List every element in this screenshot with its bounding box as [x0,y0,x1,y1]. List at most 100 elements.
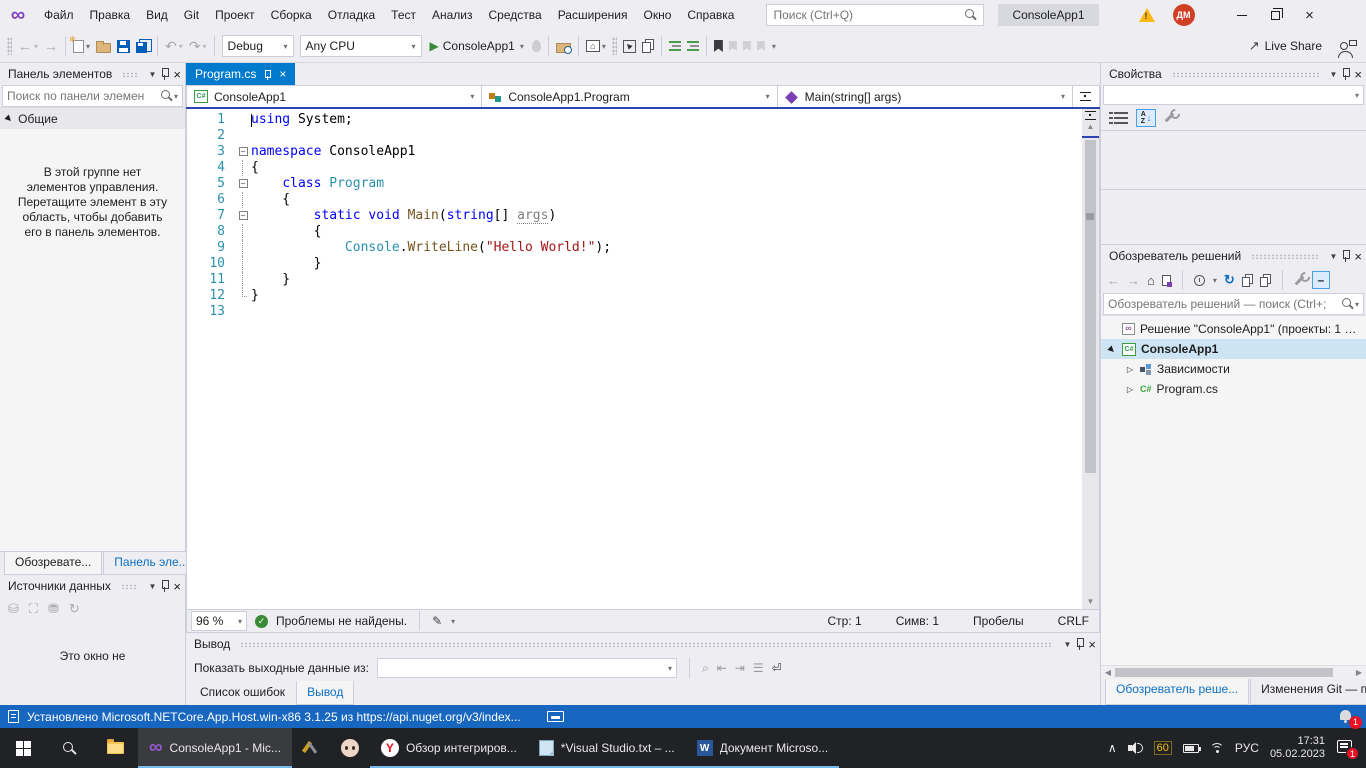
pin-icon[interactable] [1341,250,1350,263]
bottom-tab-output[interactable]: Вывод [296,681,354,705]
redo-button[interactable]: ↷▾ [186,34,210,58]
project-row[interactable]: ▶C#ConsoleApp1 [1101,339,1366,359]
code-line[interactable]: 5− class Program [187,176,1082,192]
splitter-icon[interactable] [1085,109,1096,122]
format-document-button[interactable] [666,34,684,58]
wifi-icon[interactable] [1210,743,1224,754]
hot-reload-button[interactable] [529,34,544,58]
close-icon[interactable]: × [173,68,181,81]
taskbar-button-yandex-browser[interactable]: YОбзор интегриров... [370,728,528,768]
file-explorer-button[interactable] [92,728,138,768]
code-line[interactable]: 8 { [187,224,1082,240]
window-menu-icon[interactable]: ▼ [1063,640,1071,649]
output-header[interactable]: Вывод ▼ × [186,633,1100,655]
notifications-button[interactable]: 1 [1338,708,1358,726]
select-element-button[interactable] [620,34,639,58]
code-line[interactable]: 2 [187,128,1082,144]
menu-Сборка[interactable]: Сборка [263,0,320,30]
battery-icon[interactable] [1183,744,1199,753]
code-line[interactable]: 1using System; [187,112,1082,128]
outline-margin[interactable]: − [235,208,251,224]
outline-margin[interactable] [235,112,251,128]
menu-Расширения[interactable]: Расширения [550,0,636,30]
code-line[interactable]: 12} [187,288,1082,304]
chevron-collapsed-icon[interactable]: ▷ [1125,365,1135,374]
zoom-select[interactable]: 96 % ▾ [191,611,247,631]
scroll-left-icon[interactable]: ◀ [1101,668,1115,677]
categorized-icon[interactable] [1114,112,1128,124]
start-button[interactable] [0,728,46,768]
pending-changes-filter-icon[interactable] [1194,275,1205,286]
user-avatar[interactable]: ДМ [1173,4,1195,26]
bottom-tab-error-list[interactable]: Список ошибок [190,681,295,705]
action-center-button[interactable]: 1 [1336,738,1356,758]
outline-margin[interactable]: − [235,176,251,192]
menu-Тест[interactable]: Тест [383,0,424,30]
new-file-button[interactable]: ▾ [70,34,93,58]
pin-icon[interactable] [264,69,271,80]
refresh-icon[interactable]: ↻ [69,601,80,617]
configure-icon[interactable]: ⛶ [29,601,38,617]
code-editor[interactable]: 1using System;23−namespace ConsoleApp14{… [187,109,1082,609]
toolbox-header[interactable]: Панель элементов ▼ × [0,63,185,85]
properties-wrench-icon[interactable] [1294,275,1304,285]
toolbox-search-box[interactable]: ▾ [2,85,183,107]
alphabetical-sort-icon[interactable]: AZ↓ [1136,109,1156,127]
pin-icon[interactable] [1341,68,1350,81]
minimize-button[interactable] [1225,0,1259,30]
menu-Правка[interactable]: Правка [82,0,139,30]
spaces-indicator[interactable]: Пробелы [973,614,1024,628]
volume-icon[interactable] [1128,742,1143,754]
show-all-files-icon[interactable] [1260,277,1268,287]
taskbar-button-isaac[interactable] [330,728,370,768]
save-all-button[interactable] [133,34,153,58]
nav-member-select[interactable]: Main(string[] args)▾ [778,86,1073,107]
taskbar-button-tools[interactable] [292,728,330,768]
close-button[interactable]: × [1293,0,1327,30]
editor-vertical-scrollbar[interactable]: ▲ ▼ [1082,109,1099,609]
edit-pen-icon[interactable]: ✎ [432,614,442,628]
chevron-collapsed-icon[interactable]: ▷ [1125,385,1135,394]
next-bookmark-button[interactable] [740,34,754,58]
clock[interactable]: 17:31 05.02.2023 [1270,735,1325,761]
feedback-icon[interactable] [1340,42,1348,50]
battery-percent[interactable]: 60 [1154,741,1172,755]
scroll-right-icon[interactable]: ▶ [1352,668,1366,677]
editor-split-button[interactable] [1073,86,1099,107]
outline-margin[interactable] [235,256,251,272]
menu-Git[interactable]: Git [176,0,207,30]
toolbar-overflow-button[interactable]: ▾ [768,34,779,58]
start-debug-button[interactable]: ▶ConsoleApp1▾ [425,34,529,58]
close-icon[interactable]: × [1354,250,1362,263]
menu-Проект[interactable]: Проект [207,0,263,30]
outline-margin[interactable] [235,160,251,176]
right-tab-solution-explorer[interactable]: Обозреватель реше... [1105,679,1249,705]
navigate-forward-button[interactable]: → [41,34,61,58]
find-in-files-button[interactable] [553,34,574,58]
configuration-select[interactable]: Debug▾ [222,35,294,57]
quick-search-box[interactable] [766,4,984,26]
pin-icon[interactable] [160,580,169,593]
menu-Файл[interactable]: Файл [36,0,82,30]
chevron-expanded-icon[interactable]: ▶ [1105,342,1118,355]
close-icon[interactable]: × [173,580,181,593]
live-share-button[interactable]: ↗ Live Share [1249,38,1322,54]
outline-margin[interactable]: − [235,144,251,160]
quick-search-input[interactable] [773,8,965,22]
pin-icon[interactable] [1075,638,1084,651]
nav-project-select[interactable]: C#ConsoleApp1▾ [187,86,482,107]
menu-Вид[interactable]: Вид [138,0,176,30]
language-indicator[interactable]: РУС [1235,741,1259,755]
dependencies-row[interactable]: ▷Зависимости [1101,359,1366,379]
outline-margin[interactable] [235,288,251,304]
window-menu-icon[interactable]: ▼ [148,582,156,591]
scrollbar-thumb[interactable] [1115,668,1333,677]
right-tab-git-changes[interactable]: Изменения Git — п... [1250,679,1366,705]
properties-wrench-icon[interactable] [1165,113,1175,123]
forward-icon[interactable]: → [1127,273,1140,288]
toolbar-grip[interactable] [7,37,12,55]
caret-line-indicator[interactable]: Стр: 1 [828,614,862,628]
tab-program-cs[interactable]: Program.cs × [186,63,295,85]
code-line[interactable]: 10 } [187,256,1082,272]
refresh-icon[interactable]: ↻ [1224,272,1235,288]
